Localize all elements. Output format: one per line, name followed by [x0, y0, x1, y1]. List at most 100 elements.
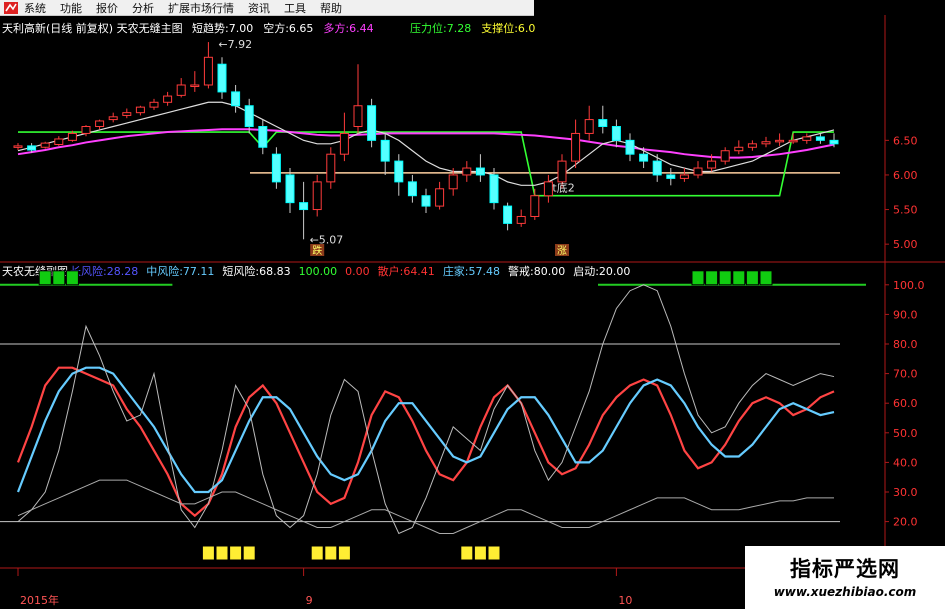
candle-body [693, 167, 703, 176]
candle-body [258, 126, 268, 148]
candle-body [571, 132, 581, 162]
candle-body [516, 215, 526, 224]
candle-body [598, 119, 608, 128]
sub-tick-label: 70.0 [893, 368, 918, 381]
candle-body [231, 91, 241, 107]
buy-mark: 涨 [557, 245, 567, 257]
sub-tick-label: 80.0 [893, 338, 918, 351]
bottom-signal-block [337, 545, 351, 561]
candle-body [394, 160, 404, 183]
sub-tick-label: 20.0 [893, 516, 918, 529]
candle-body [475, 167, 485, 176]
bottom-signal-block [324, 545, 338, 561]
candle-body [13, 145, 23, 148]
candle-body [815, 136, 825, 141]
top-signal-block [38, 270, 52, 286]
top-signal-block [691, 270, 705, 286]
top-signal-block [52, 270, 66, 286]
candle-body [380, 139, 390, 162]
top-signal-block [732, 270, 746, 286]
candle-body [149, 101, 159, 108]
top-signal-block [718, 270, 732, 286]
high-annotation: ←7.92 [218, 38, 252, 51]
candle-body [190, 84, 200, 87]
candle-body [611, 126, 621, 141]
price-tick-label: 5.00 [893, 238, 918, 251]
sub-tick-label: 60.0 [893, 397, 918, 410]
candle-body [81, 126, 91, 134]
candle-body [40, 142, 50, 148]
candle-body [639, 153, 649, 162]
sub-series-line-3 [17, 479, 834, 534]
date-label-2: 10 [618, 594, 632, 607]
candle-body [244, 105, 254, 128]
candle-body [326, 153, 336, 183]
sub-series-line-1 [16, 366, 835, 494]
candle-body [108, 116, 118, 121]
candle-body [421, 195, 431, 207]
candle-body [217, 63, 227, 93]
candle-body [67, 132, 77, 141]
price-tick-label: 6.00 [893, 169, 918, 182]
bottom-signal-block [229, 545, 243, 561]
ma-line-0 [17, 128, 835, 159]
candle-body [788, 139, 798, 143]
bottom-signal-block [215, 545, 229, 561]
sub-tick-label: 50.0 [893, 427, 918, 440]
candle-body [122, 112, 132, 116]
top-signal-block [705, 270, 719, 286]
candle-body [299, 202, 309, 211]
sub-series-line-0 [16, 366, 835, 518]
candle-body [176, 84, 186, 96]
candle-body [462, 167, 472, 176]
candle-body [720, 150, 730, 162]
candle-body [203, 56, 213, 86]
bottom-signal-block [487, 545, 501, 561]
candle-body [353, 105, 363, 128]
candle-body [339, 132, 349, 155]
bottom-signal-block [310, 545, 324, 561]
candle-body [775, 139, 785, 143]
candle-body [802, 136, 812, 141]
candle-body [27, 145, 37, 151]
candle-body [285, 174, 295, 204]
stock-chart-window: 系统 功能 报价 分析 扩展市场行情 资讯 工具 帮助 天利高新(日线 前复权)… [0, 0, 945, 609]
candle-body [367, 105, 377, 141]
top-signal-block [759, 270, 773, 286]
top-signal-block [745, 270, 759, 286]
date-label-0: 2015年 [20, 593, 59, 607]
date-label-1: 9 [306, 594, 313, 607]
candle-body [312, 181, 322, 211]
candle-body [557, 160, 567, 183]
bottom-signal-block [473, 545, 487, 561]
candle-body [625, 139, 635, 155]
candle-body [679, 174, 689, 179]
candle-body [163, 95, 173, 103]
candle-body [135, 106, 145, 114]
candle-body [489, 174, 499, 204]
bottom-signal-block [201, 545, 215, 561]
candle-body [652, 160, 662, 176]
candle-body [747, 143, 757, 148]
candle-body [407, 181, 417, 197]
candle-body [734, 146, 744, 152]
candle-body [707, 160, 717, 169]
candle-body [435, 188, 445, 207]
sell-mark: 跌 [312, 244, 322, 257]
candle-body [530, 195, 540, 217]
watermark-title: 指标严选网 [790, 557, 900, 581]
candle-body [761, 141, 771, 145]
sub-tick-label: 100.0 [893, 279, 925, 292]
watermark-url: www.xuezhibiao.com [773, 585, 917, 599]
candle-body [503, 205, 513, 224]
candle-body [271, 153, 281, 183]
candle-body [54, 138, 64, 146]
sub-tick-label: 90.0 [893, 308, 918, 321]
price-tick-label: 6.50 [893, 134, 918, 147]
watermark-logo: 指标严选网 www.xuezhibiao.com [745, 546, 945, 609]
sub-tick-label: 30.0 [893, 486, 918, 499]
bottom-signal-block [242, 545, 256, 561]
bottom-annotation: t底2 [552, 181, 574, 195]
chart-canvas: 6.506.005.505.00←7.92←5.07t底2跌 涨100.090.0… [0, 15, 945, 609]
candle-body [95, 120, 105, 128]
